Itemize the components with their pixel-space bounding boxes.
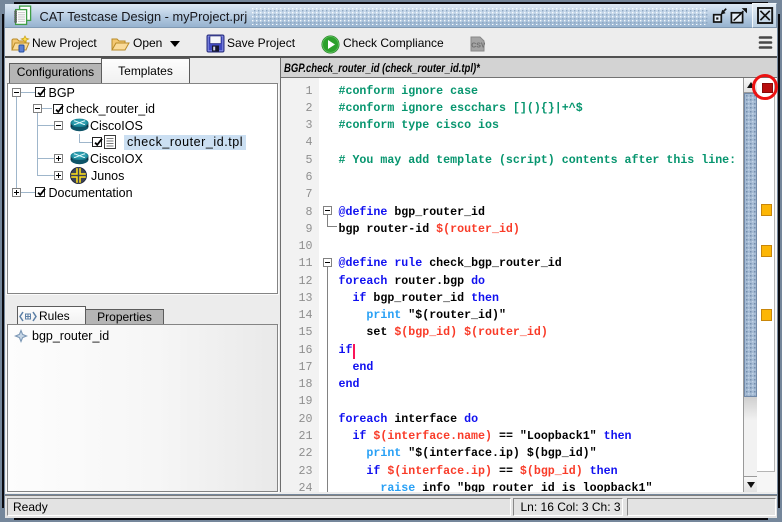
- svg-text:CSV: CSV: [471, 43, 485, 50]
